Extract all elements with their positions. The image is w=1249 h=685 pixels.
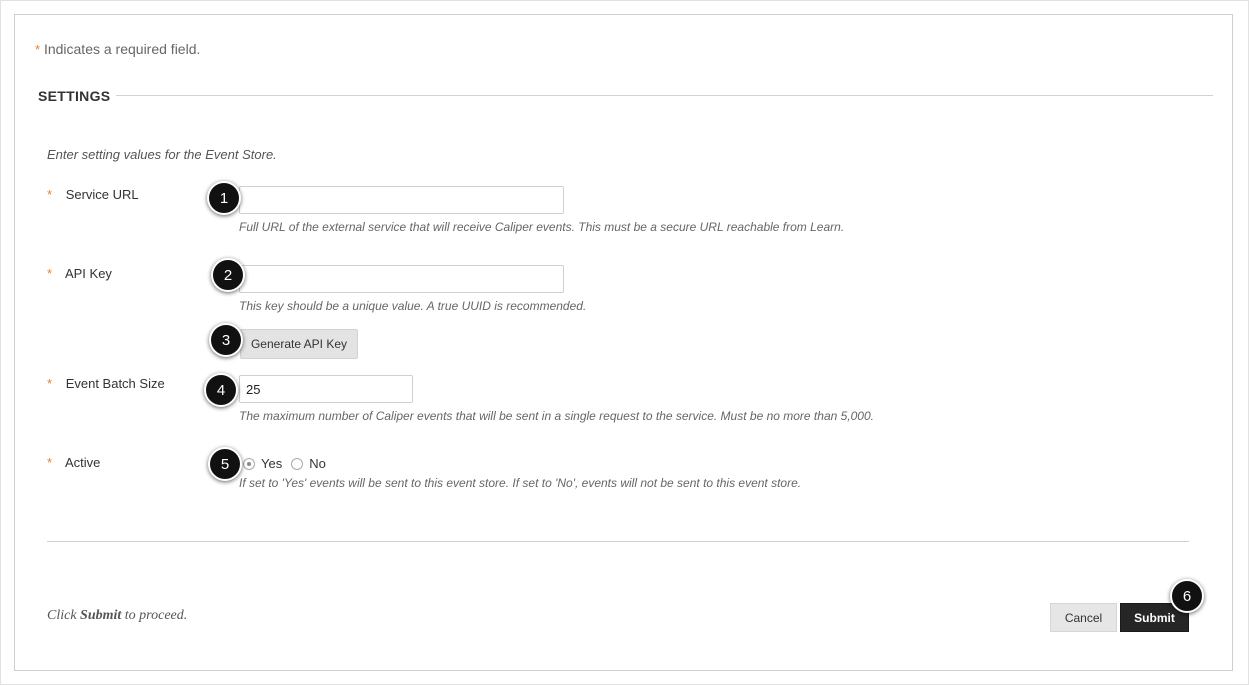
required-star-icon: *: [47, 266, 53, 281]
proceed-bold: Submit: [80, 608, 122, 623]
api-key-label: * API Key: [47, 266, 112, 281]
footer-divider: [47, 541, 1189, 542]
service-url-label: * Service URL: [47, 187, 139, 202]
api-key-help: This key should be a unique value. A tru…: [239, 299, 587, 313]
active-no-radio[interactable]: [291, 457, 304, 470]
section-title: SETTINGS: [38, 88, 111, 104]
required-star-icon: *: [47, 187, 53, 202]
active-help: If set to 'Yes' events will be sent to t…: [239, 476, 802, 490]
api-key-input[interactable]: [239, 265, 564, 293]
proceed-suffix: to proceed.: [121, 608, 188, 623]
required-star-icon: *: [47, 455, 53, 470]
cancel-button[interactable]: Cancel: [1050, 603, 1117, 632]
callout-badge: 2: [211, 258, 245, 292]
callout-badge: 3: [209, 323, 243, 357]
form-panel: [14, 14, 1233, 671]
callout-badge: 1: [207, 181, 241, 215]
service-url-label-text: Service URL: [65, 187, 139, 202]
batch-size-input[interactable]: [239, 375, 413, 403]
required-note-text: Indicates a required field.: [43, 41, 201, 57]
service-url-help: Full URL of the external service that wi…: [239, 220, 845, 234]
required-star-icon: *: [47, 376, 53, 391]
active-label-text: Active: [64, 455, 101, 470]
batch-size-label: * Event Batch Size: [47, 376, 165, 391]
service-url-input[interactable]: [239, 186, 564, 214]
generate-api-key-button[interactable]: Generate API Key: [240, 329, 358, 359]
active-label: * Active: [47, 455, 100, 470]
active-yes-label[interactable]: Yes: [261, 456, 282, 471]
active-yes-radio[interactable]: [243, 457, 255, 470]
batch-size-label-text: Event Batch Size: [65, 376, 165, 391]
callout-badge: 5: [208, 447, 242, 481]
batch-size-help: The maximum number of Caliper events tha…: [239, 409, 874, 423]
required-field-note: * Indicates a required field.: [35, 41, 200, 57]
instructions-text: Enter setting values for the Event Store…: [47, 147, 277, 162]
active-no-label[interactable]: No: [309, 456, 326, 471]
proceed-prefix: Click: [47, 608, 81, 623]
callout-badge: 6: [1170, 579, 1204, 613]
proceed-instruction: Click Submit to proceed.: [47, 608, 187, 624]
active-radio-group: Yes No: [243, 456, 335, 471]
api-key-label-text: API Key: [64, 266, 112, 281]
required-star-icon: *: [35, 42, 41, 57]
callout-badge: 4: [204, 373, 238, 407]
section-divider: [116, 95, 1213, 96]
